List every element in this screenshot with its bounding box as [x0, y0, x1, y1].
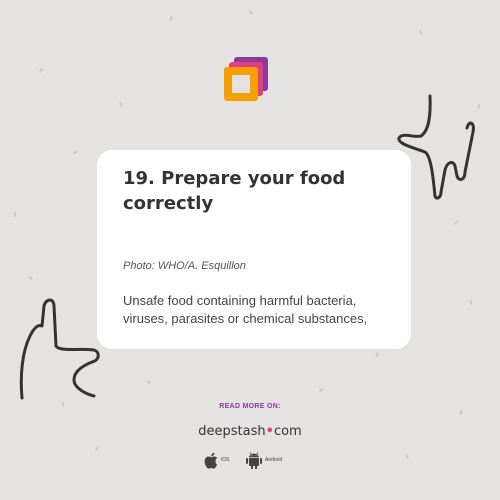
- idea-card[interactable]: 19. Prepare your food correctly Photo: W…: [97, 150, 411, 349]
- background-speck: [375, 351, 379, 358]
- background-speck: [318, 388, 324, 393]
- background-speck: [418, 29, 424, 36]
- ios-label: iOS: [221, 457, 230, 463]
- background-speck: [119, 101, 123, 108]
- brand-dot: •: [265, 424, 274, 439]
- brand-tld: com: [273, 424, 302, 439]
- background-speck: [459, 409, 463, 416]
- background-speck: [13, 211, 17, 218]
- background-speck: [248, 10, 254, 15]
- background-speck: [28, 275, 34, 282]
- brand-name: deepstash: [198, 424, 266, 439]
- ios-store-link[interactable]: iOS: [204, 450, 229, 470]
- app-store-links: iOS Android: [204, 450, 314, 470]
- background-speck: [72, 150, 78, 155]
- android-label: Android: [265, 457, 283, 463]
- deepstash-logo-icon: [224, 57, 268, 101]
- background-speck: [453, 219, 459, 226]
- background-speck: [94, 445, 100, 452]
- background-speck: [169, 15, 173, 22]
- card-body-text: Unsafe food containing harmful bacteria,…: [123, 293, 368, 326]
- brand-link[interactable]: deepstash•com: [0, 424, 500, 439]
- android-store-link[interactable]: Android: [246, 450, 282, 470]
- read-more-label: READ MORE ON:: [219, 403, 281, 410]
- android-icon: [246, 451, 262, 469]
- background-speck: [469, 299, 473, 306]
- background-speck: [38, 67, 44, 74]
- background-speck: [405, 453, 409, 460]
- hand-drawing-icon: [19, 298, 100, 400]
- apple-icon: [204, 452, 218, 469]
- photo-credit: Photo: WHO/A. Esquillon: [123, 260, 246, 272]
- card-title: 19. Prepare your food correctly: [123, 168, 346, 214]
- background-speck: [146, 379, 152, 386]
